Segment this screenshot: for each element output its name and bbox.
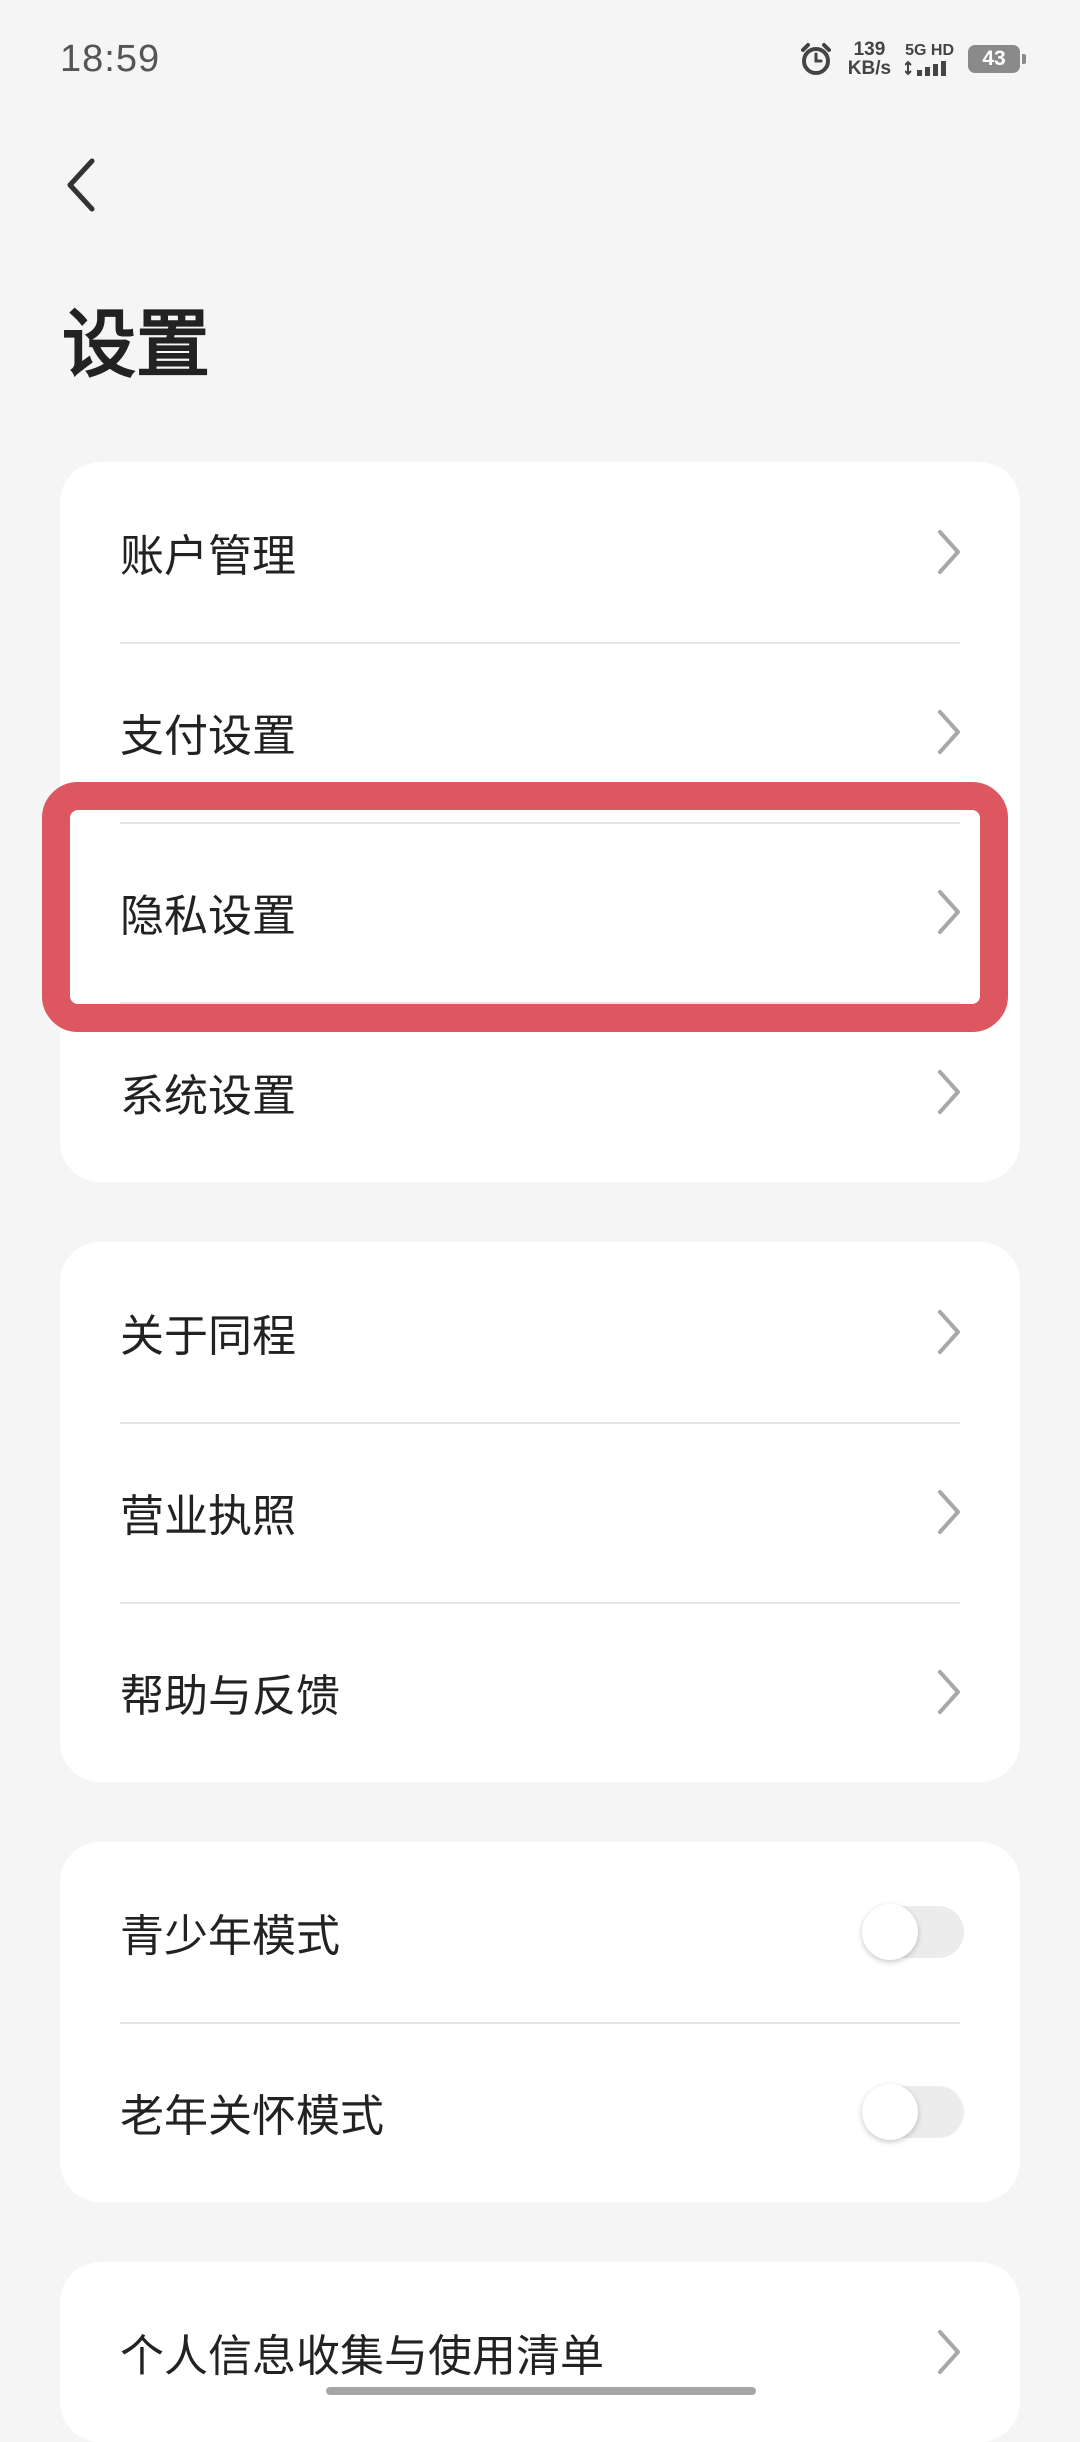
- privacy-settings-item[interactable]: 隐私设置: [60, 822, 1020, 1002]
- chevron-right-icon: [938, 890, 960, 934]
- personal-info-list-label: 个人信息收集与使用清单: [120, 2331, 604, 2382]
- business-license-label: 营业执照: [120, 1491, 296, 1542]
- business-license-item[interactable]: 营业执照: [60, 1422, 1020, 1602]
- status-icons: 139 KB/s 5G HD 43: [798, 40, 1026, 78]
- battery-level: 43: [982, 47, 1006, 70]
- status-time: 18:59: [60, 38, 161, 80]
- page-title: 设置: [62, 302, 210, 388]
- settings-group-privacy-docs: 个人信息收集与使用清单: [60, 2262, 1020, 2442]
- account-management-item[interactable]: 账户管理: [60, 462, 1020, 642]
- chevron-left-icon: [67, 158, 95, 212]
- toggle-knob: [862, 1904, 918, 1960]
- elderly-care-mode-toggle[interactable]: [862, 2084, 964, 2140]
- system-settings-item[interactable]: 系统设置: [60, 1002, 1020, 1182]
- chevron-right-icon: [938, 1490, 960, 1534]
- network-speed-unit: KB/s: [847, 58, 892, 79]
- chevron-right-icon: [938, 530, 960, 574]
- youth-mode-item: 青少年模式: [60, 1842, 1020, 2022]
- network-type: 5G HD: [905, 42, 954, 59]
- battery-icon: 43: [968, 45, 1026, 73]
- network-speed-value: 139: [853, 39, 886, 60]
- elderly-care-mode-label: 老年关怀模式: [120, 2091, 384, 2142]
- chevron-right-icon: [938, 1070, 960, 1114]
- chevron-right-icon: [938, 710, 960, 754]
- chevron-right-icon: [938, 2330, 960, 2374]
- about-label: 关于同程: [120, 1311, 296, 1362]
- status-bar: 18:59 139 KB/s 5G HD 43: [0, 0, 1080, 130]
- help-feedback-item[interactable]: 帮助与反馈: [60, 1602, 1020, 1782]
- elderly-care-mode-item: 老年关怀模式: [60, 2022, 1020, 2202]
- privacy-settings-label: 隐私设置: [120, 891, 296, 942]
- network-speed: 139 KB/s: [848, 40, 891, 78]
- home-indicator[interactable]: [326, 2387, 756, 2395]
- network-indicator: 5G HD: [905, 42, 954, 76]
- about-item[interactable]: 关于同程: [60, 1242, 1020, 1422]
- signal-icon: [905, 60, 947, 76]
- youth-mode-label: 青少年模式: [120, 1911, 340, 1962]
- account-management-label: 账户管理: [120, 531, 296, 582]
- alarm-clock-icon: [800, 43, 831, 75]
- help-feedback-label: 帮助与反馈: [120, 1671, 340, 1722]
- chevron-right-icon: [938, 1310, 960, 1354]
- payment-settings-item[interactable]: 支付设置: [60, 642, 1020, 822]
- payment-settings-label: 支付设置: [120, 711, 296, 762]
- settings-group-about: 关于同程 营业执照 帮助与反馈: [60, 1242, 1020, 1782]
- system-settings-label: 系统设置: [120, 1071, 296, 1122]
- personal-info-list-item[interactable]: 个人信息收集与使用清单: [60, 2262, 1020, 2442]
- youth-mode-toggle[interactable]: [862, 1904, 964, 1960]
- chevron-right-icon: [938, 1670, 960, 1714]
- back-button[interactable]: [46, 150, 116, 220]
- toggle-knob: [862, 2084, 918, 2140]
- settings-group-modes: 青少年模式 老年关怀模式: [60, 1842, 1020, 2202]
- settings-group-account: 账户管理 支付设置 隐私设置 系统设置: [60, 462, 1020, 1182]
